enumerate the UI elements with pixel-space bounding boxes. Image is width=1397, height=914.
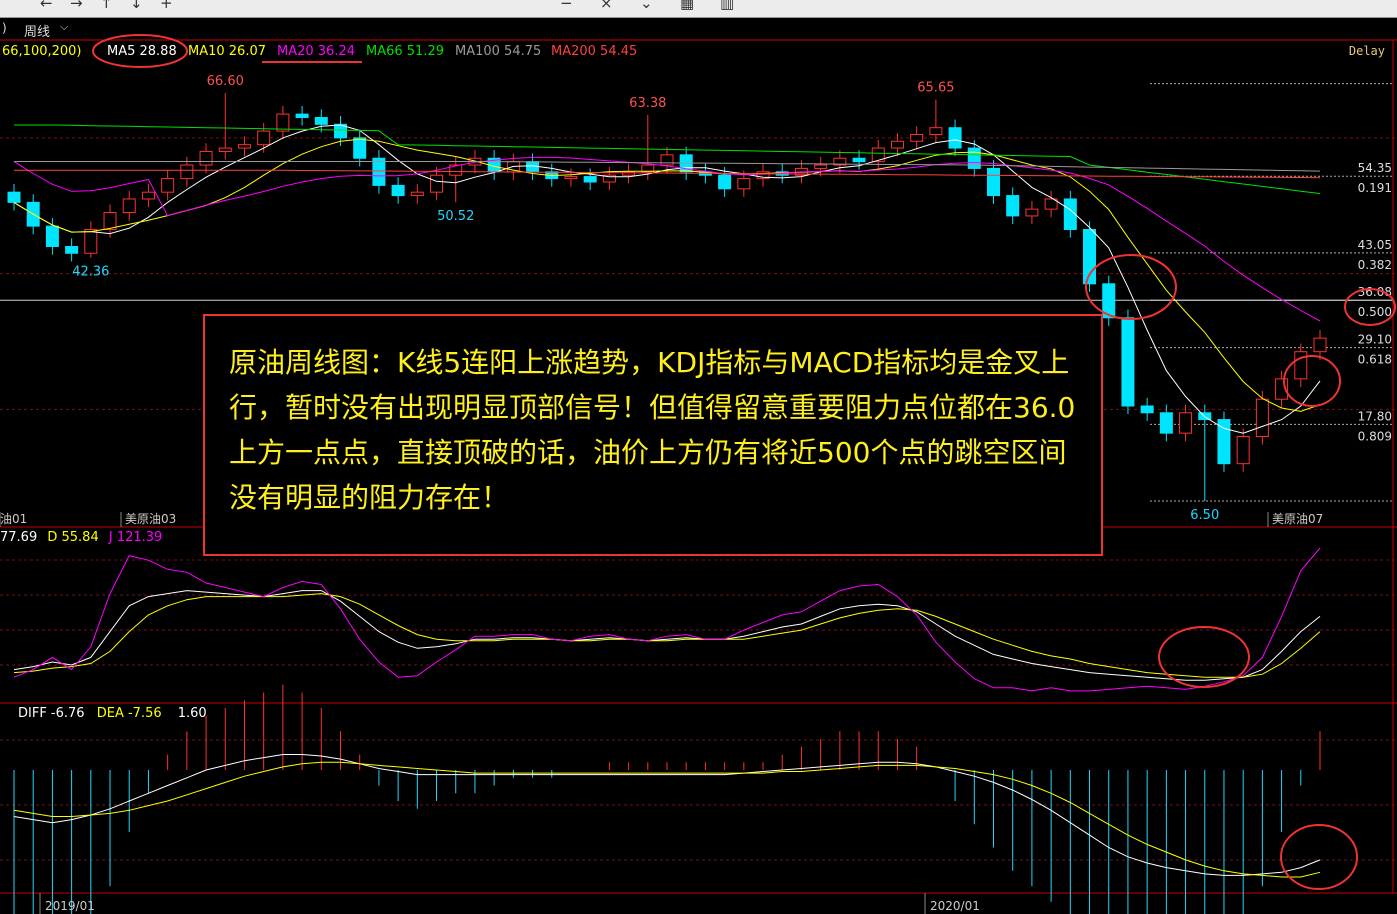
fib-ratio-label: 0.618 xyxy=(1358,353,1392,367)
candle-body xyxy=(929,127,943,135)
candle-body xyxy=(1236,436,1250,465)
candle-body xyxy=(45,225,59,247)
candle-body xyxy=(257,130,271,146)
candle-body xyxy=(1313,337,1327,353)
contract-label: 油01 xyxy=(0,512,27,526)
highlight-circle-gap xyxy=(1085,254,1177,320)
price-high-label: 65.65 xyxy=(917,81,954,96)
candle-body xyxy=(814,164,828,169)
candle-body xyxy=(237,144,251,149)
candle-body xyxy=(1179,412,1193,434)
ma-legend-ma10: MA10 26.07 xyxy=(188,44,266,59)
kdj-k-line xyxy=(13,590,1321,681)
fib-price-label: 54.35 xyxy=(1358,161,1392,175)
candle-body xyxy=(1121,317,1135,407)
kdj-k-value: 77.69 xyxy=(0,530,38,545)
highlight-circle-macd xyxy=(1280,824,1358,890)
ma-legend-ma200: MA200 54.45 xyxy=(551,44,638,59)
candle-body xyxy=(1006,195,1020,217)
fib-ratio-label: 0.191 xyxy=(1358,181,1392,195)
price-low-label: 50.52 xyxy=(437,209,474,224)
ma-legend-ma20: MA20 36.24 xyxy=(277,44,355,59)
candle-body xyxy=(430,174,444,193)
annotation-box: 原油周线图：K线5连阳上涨趋势，KDJ指标与MACD指标均是金叉上行，暂时没有出… xyxy=(203,314,1103,556)
candle-body xyxy=(65,245,79,254)
ma-legend-ma100: MA100 54.75 xyxy=(455,44,542,59)
candle-body xyxy=(1255,398,1269,438)
annotation-text: 原油周线图：K线5连阳上涨趋势，KDJ指标与MACD指标均是金叉上行，暂时没有出… xyxy=(229,346,1076,514)
candle-body xyxy=(1025,208,1039,217)
fib-ratio-label: 0.809 xyxy=(1358,429,1392,443)
macd-diff-value: DIFF -6.76 xyxy=(18,706,85,721)
ma20-line xyxy=(13,156,1321,322)
candle-body xyxy=(122,198,136,214)
candle-body xyxy=(218,147,232,152)
candle-body xyxy=(199,150,213,166)
candle-body xyxy=(84,229,98,254)
delay-label: Delay xyxy=(1348,44,1385,58)
ma-legend-ma5: MA5 28.88 xyxy=(107,44,177,59)
candle-body xyxy=(7,191,21,203)
candle-body xyxy=(1140,405,1154,414)
ma-params[interactable]: 66,100,200) xyxy=(2,44,82,59)
candle-body xyxy=(141,191,155,200)
ma-legend-ma66: MA66 51.29 xyxy=(366,44,444,59)
candle-body xyxy=(295,113,309,119)
candle-body xyxy=(353,137,367,159)
fib-price-label: 43.05 xyxy=(1358,238,1392,252)
candle-body xyxy=(852,157,866,163)
candle-body xyxy=(372,157,386,186)
candle-body xyxy=(660,154,674,166)
macd-dea-value: DEA -7.56 xyxy=(96,706,162,721)
kdj-d-value: D 55.84 xyxy=(47,530,99,545)
candle-body xyxy=(1159,412,1173,434)
fib-ratio-label: 0.500 xyxy=(1358,305,1392,319)
candle-body xyxy=(890,140,904,149)
candle-body xyxy=(718,174,732,190)
price-low-label: 6.50 xyxy=(1190,508,1219,523)
candle-body xyxy=(987,167,1000,197)
candle-body xyxy=(583,176,597,183)
candle-body xyxy=(910,133,924,142)
candle-body xyxy=(410,191,424,197)
fib-price-label: 29.10 xyxy=(1358,333,1392,347)
price-high-label: 63.38 xyxy=(629,96,666,111)
macd-bar-value: 1.60 xyxy=(177,706,207,721)
candle-body xyxy=(161,178,175,193)
kdj-legend: 77.69 D 55.84 J 121.39 xyxy=(0,530,162,545)
candle-body xyxy=(180,164,194,180)
candle-body xyxy=(737,178,751,190)
candle-body xyxy=(391,184,405,197)
kdj-j-value: J 121.39 xyxy=(108,530,163,545)
candle-body xyxy=(948,127,962,149)
fib-ratio-label: 0.382 xyxy=(1358,258,1392,272)
fib-price-label: 36.08 xyxy=(1358,285,1392,299)
highlight-circle-candles xyxy=(1283,355,1341,407)
contract-label: 美原油07 xyxy=(1272,512,1323,526)
highlight-circle-kdj xyxy=(1158,626,1250,688)
macd-legend: DIFF -6.76 DEA -7.56 1.60 xyxy=(18,706,207,721)
candle-body xyxy=(564,176,578,180)
price-low-label: 42.36 xyxy=(72,265,109,280)
fib-price-label: 17.80 xyxy=(1358,409,1392,423)
candle-body xyxy=(314,117,328,125)
date-label: 2019/01 xyxy=(45,899,95,913)
contract-label: 美原油03 xyxy=(125,512,176,526)
date-label: 2020/01 xyxy=(930,899,980,913)
price-high-label: 66.60 xyxy=(207,74,244,89)
